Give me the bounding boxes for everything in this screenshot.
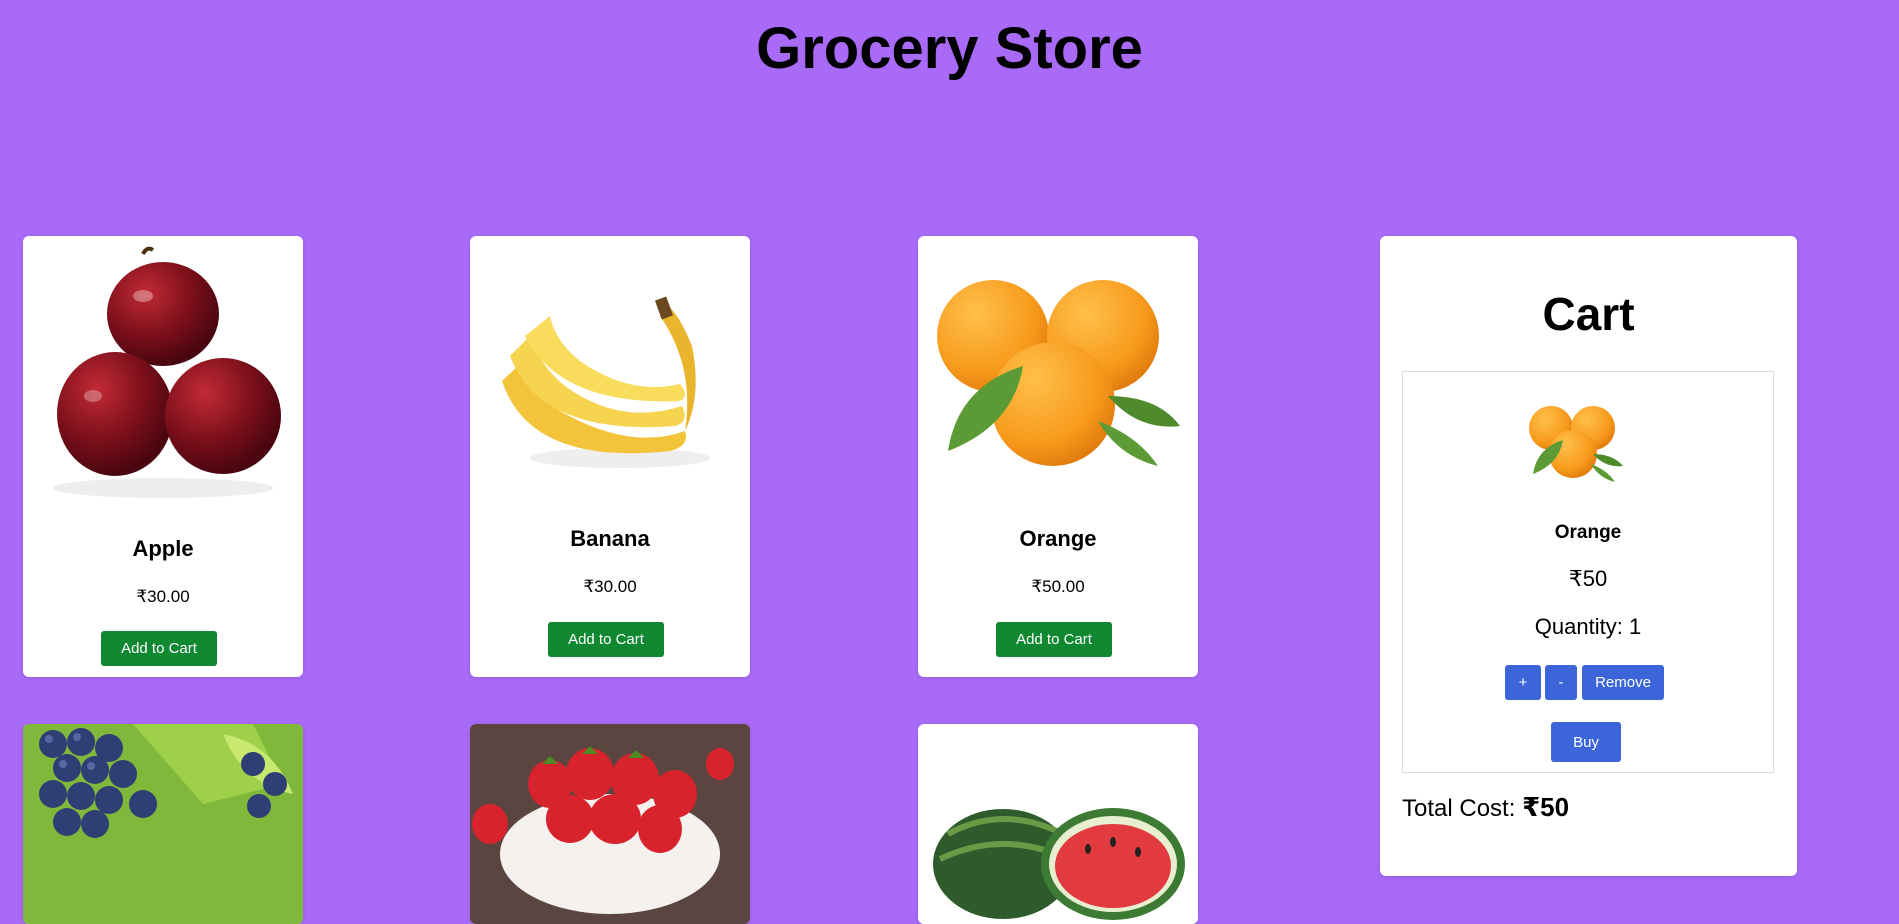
cart-item: Orange ₹50 Quantity: 1 + - Remove Buy — [1402, 371, 1774, 773]
banana-image — [470, 236, 750, 506]
cart-item-name: Orange — [1554, 522, 1622, 543]
total-cost-value: ₹50 — [1522, 792, 1570, 822]
cart-item-price: ₹50 — [1568, 566, 1608, 591]
orange-thumbnail-image — [1519, 398, 1629, 488]
cart-panel: Cart Orange ₹50 Quantity: 1 + - Remove B… — [1380, 236, 1797, 876]
product-name: Banana — [570, 526, 650, 551]
cart-item-quantity: Quantity: 1 — [1534, 614, 1642, 639]
increase-quantity-button[interactable]: + — [1505, 665, 1541, 700]
cart-title: Cart — [1542, 288, 1635, 340]
decrease-quantity-button[interactable]: - — [1545, 665, 1577, 700]
product-name: Apple — [132, 536, 194, 561]
orange-image — [918, 236, 1198, 506]
product-card-banana: Banana ₹30.00 Add to Cart — [470, 236, 750, 677]
watermelon-image — [918, 724, 1198, 924]
total-cost: Total Cost: ₹50 — [1402, 792, 1569, 823]
grapes-image — [23, 724, 303, 924]
add-to-cart-button[interactable]: Add to Cart — [548, 622, 664, 657]
remove-button[interactable]: Remove — [1582, 665, 1664, 700]
product-card-grapes — [23, 724, 303, 924]
product-card-apple: Apple ₹30.00 Add to Cart — [23, 236, 303, 677]
product-card-watermelon — [918, 724, 1198, 924]
add-to-cart-button[interactable]: Add to Cart — [996, 622, 1112, 657]
total-cost-label: Total Cost: — [1402, 795, 1516, 822]
product-price: ₹30.00 — [583, 577, 637, 596]
product-price: ₹50.00 — [1031, 577, 1085, 596]
product-name: Orange — [1019, 526, 1097, 551]
product-card-strawberry — [470, 724, 750, 924]
apple-image — [23, 236, 303, 506]
add-to-cart-button[interactable]: Add to Cart — [101, 631, 217, 666]
page-title: Grocery Store — [756, 16, 1143, 81]
strawberry-image — [470, 724, 750, 924]
product-price: ₹30.00 — [136, 587, 190, 606]
product-card-orange: Orange ₹50.00 Add to Cart — [918, 236, 1198, 677]
buy-button[interactable]: Buy — [1551, 722, 1621, 762]
